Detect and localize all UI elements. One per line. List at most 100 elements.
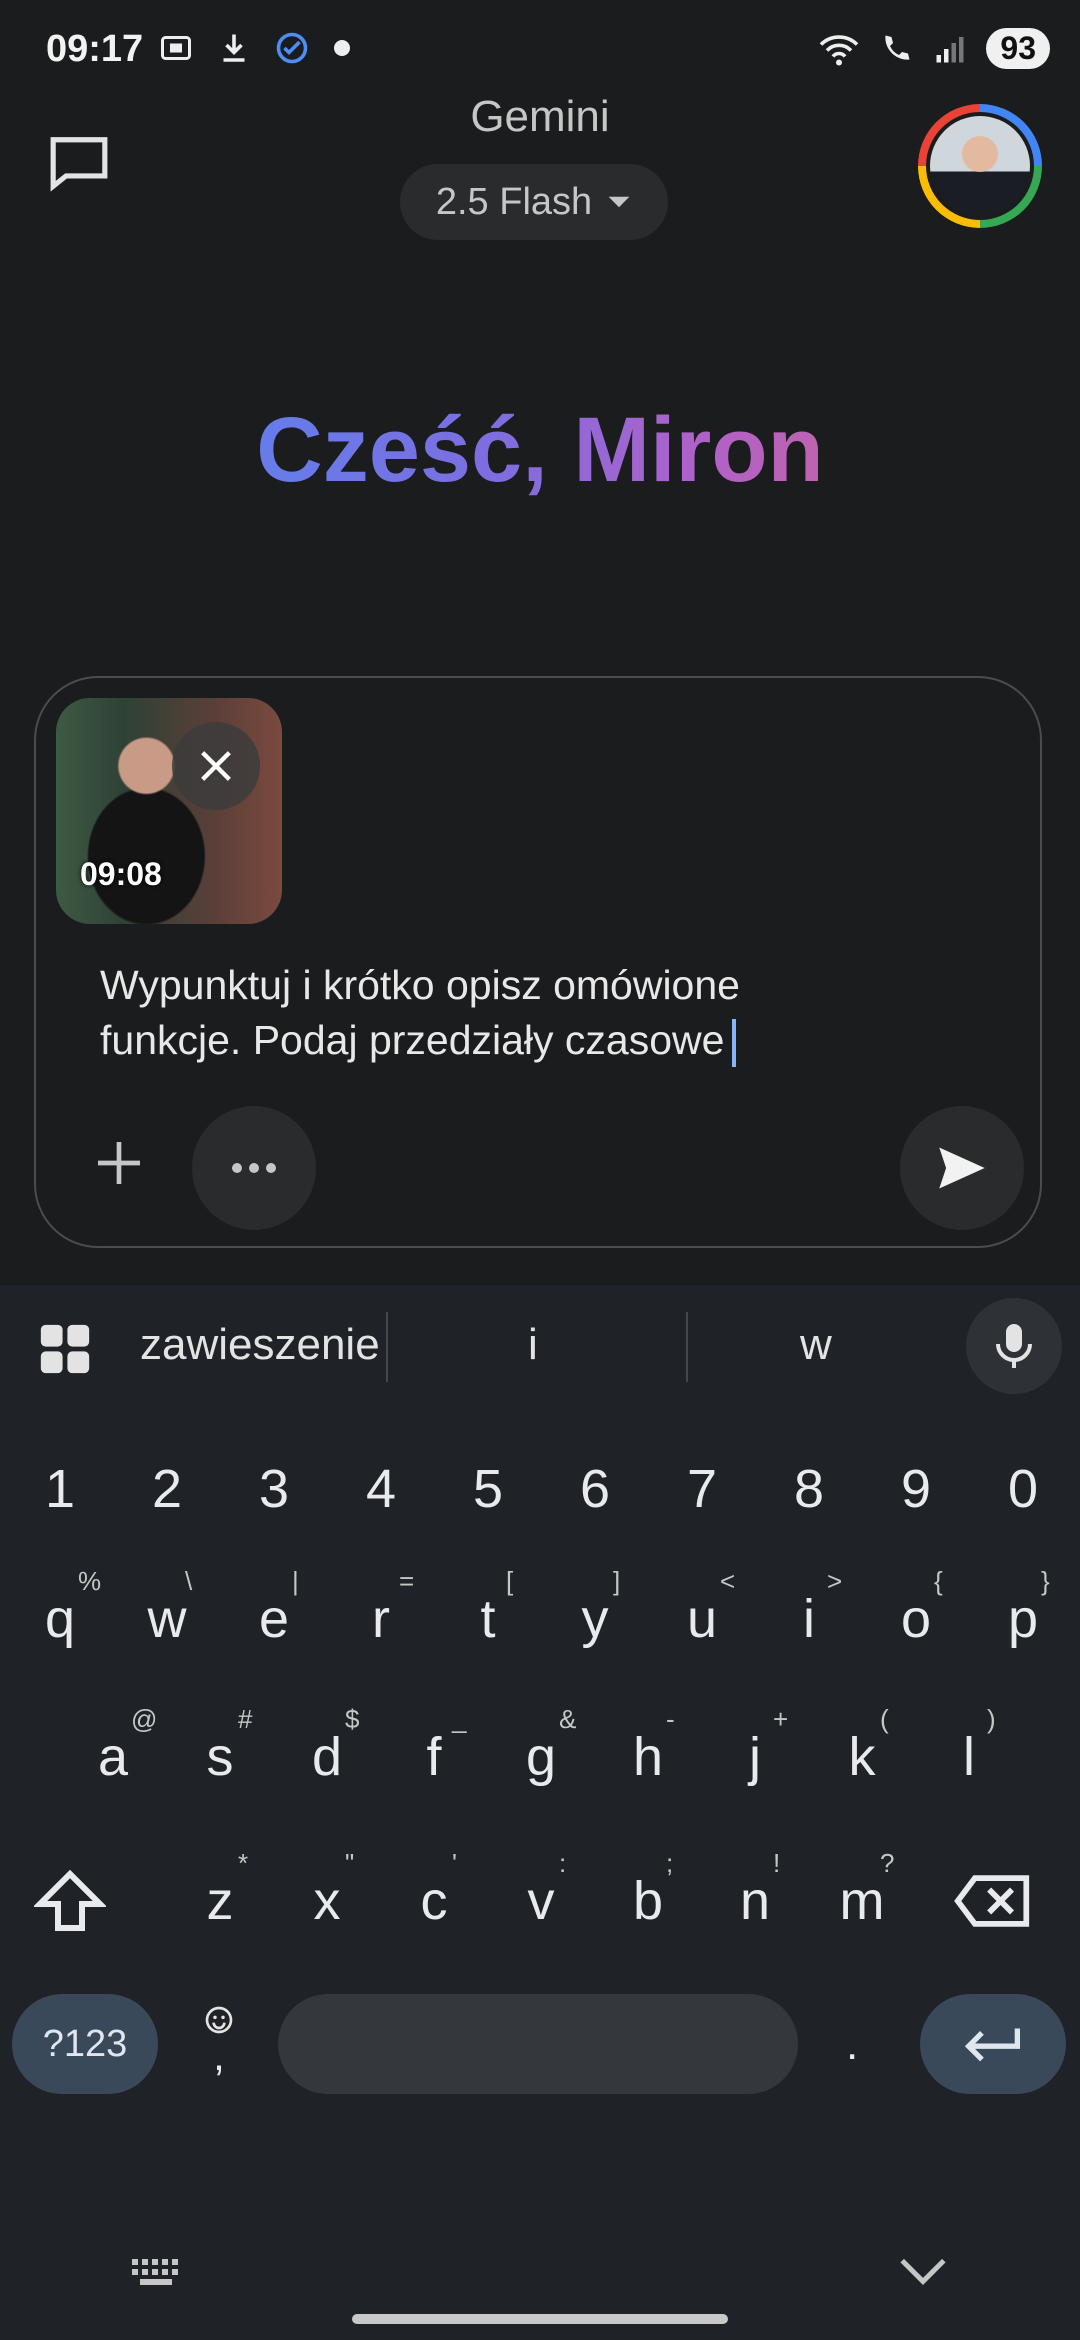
signal-icon	[936, 36, 964, 62]
number-key-6[interactable]: 7	[652, 1458, 752, 1520]
wifi-icon	[820, 34, 859, 65]
letter-row1-key-hint-1: \	[185, 1566, 193, 1596]
keyboard-icon	[132, 2259, 178, 2285]
letter-row2-key-6[interactable]: j	[705, 1726, 805, 1788]
letter-row2-key-1[interactable]: s	[170, 1726, 270, 1788]
letter-row3-key-hint-3: :	[559, 1848, 567, 1878]
suggestion-1[interactable]: zawieszenie	[140, 1320, 380, 1370]
mic-icon	[996, 1324, 1032, 1368]
voice-input-button[interactable]	[966, 1298, 1062, 1394]
letter-row3-key-1[interactable]: x	[277, 1870, 377, 1932]
keyboard-menu-button[interactable]	[36, 1320, 94, 1383]
letter-row2-key-5[interactable]: h	[598, 1726, 698, 1788]
send-icon	[939, 1147, 985, 1189]
suggestion-2[interactable]: i	[528, 1320, 538, 1370]
letter-row2-key-hint-4: &	[559, 1704, 577, 1734]
letter-row1-key-hint-3: =	[399, 1566, 415, 1596]
prompt-line-2: funkcje. Podaj przedziały czasowe	[100, 1017, 725, 1063]
letter-row1-key-hint-4: [	[506, 1566, 514, 1596]
letter-row1-key-hint-7: >	[827, 1566, 843, 1596]
letter-row2-key-hint-3: _	[452, 1704, 467, 1734]
letter-row1-key-8[interactable]: o	[866, 1588, 966, 1650]
letter-row3-key-4[interactable]: b	[598, 1870, 698, 1932]
letter-row1-key-7[interactable]: i	[759, 1588, 859, 1650]
letter-row2-key-hint-7: (	[880, 1704, 889, 1734]
account-avatar[interactable]	[918, 104, 1042, 228]
letter-row3-key-5[interactable]: n	[705, 1870, 805, 1932]
number-key-8[interactable]: 9	[866, 1458, 966, 1520]
letter-row1-key-0[interactable]: q	[10, 1588, 110, 1650]
emoji-comma-key[interactable]: ,	[198, 2004, 240, 2077]
suggestion-3[interactable]: w	[800, 1320, 832, 1370]
letter-row1-key-9[interactable]: p	[973, 1588, 1073, 1650]
attachment-timestamp: 09:08	[80, 856, 162, 892]
letter-row1-key-5[interactable]: y	[545, 1588, 645, 1650]
letter-row2-key-hint-5: -	[666, 1704, 675, 1734]
model-selector[interactable]: 2.5 Flash	[400, 164, 668, 240]
shift-key[interactable]	[32, 1868, 108, 1939]
letter-row2-key-4[interactable]: g	[491, 1726, 591, 1788]
space-key[interactable]	[278, 1994, 798, 2094]
number-key-9[interactable]: 0	[973, 1458, 1073, 1520]
letter-row2-key-hint-8: )	[987, 1704, 996, 1734]
number-key-0[interactable]: 1	[10, 1458, 110, 1520]
new-chat-button[interactable]	[48, 134, 110, 197]
prompt-input[interactable]: Wypunktuj i krótko opisz omówione funkcj…	[100, 958, 980, 1068]
letter-row1-key-1[interactable]: w	[117, 1588, 217, 1650]
number-key-2[interactable]: 3	[224, 1458, 324, 1520]
letter-row2-key-8[interactable]: l	[919, 1726, 1019, 1788]
tools-button[interactable]	[192, 1106, 316, 1230]
keyboard-switcher-button[interactable]	[130, 2256, 186, 2295]
letter-row2-key-2[interactable]: d	[277, 1726, 377, 1788]
letter-row1-key-hint-0: %	[78, 1566, 102, 1596]
dropdown-arrow-icon	[608, 196, 630, 208]
number-key-3[interactable]: 4	[331, 1458, 431, 1520]
close-icon	[201, 751, 231, 781]
chat-bubble-icon	[50, 137, 108, 192]
remove-attachment-button[interactable]	[172, 722, 260, 810]
hide-keyboard-button[interactable]	[898, 2256, 948, 2291]
letter-row1-key-hint-5: ]	[613, 1566, 621, 1596]
status-time: 09:17	[46, 28, 144, 70]
letter-row1-key-hint-6: <	[720, 1566, 736, 1596]
status-notification-icons	[158, 30, 352, 66]
number-key-7[interactable]: 8	[759, 1458, 859, 1520]
enter-key[interactable]	[920, 1994, 1066, 2094]
letter-row2-key-0[interactable]: a	[63, 1726, 163, 1788]
letter-row2-key-hint-0: @	[131, 1704, 158, 1734]
letter-row2-key-7[interactable]: k	[812, 1726, 912, 1788]
period-key[interactable]: .	[846, 2020, 858, 2070]
letter-row2-key-hint-1: #	[238, 1704, 253, 1734]
screenshot-icon	[161, 36, 191, 60]
backspace-key[interactable]	[952, 1872, 1032, 1935]
letter-row3-key-2[interactable]: c	[384, 1870, 484, 1932]
plus-icon	[98, 1142, 140, 1184]
avatar-photo	[930, 116, 1030, 216]
number-key-4[interactable]: 5	[438, 1458, 538, 1520]
dot-icon	[334, 40, 350, 56]
model-label: 2.5 Flash	[435, 180, 593, 223]
letter-row1-key-6[interactable]: u	[652, 1588, 752, 1650]
letter-row1-key-4[interactable]: t	[438, 1588, 538, 1650]
letter-row2-key-hint-6: +	[773, 1704, 789, 1734]
suggestion-divider	[386, 1312, 388, 1382]
symbols-key[interactable]: ?123	[12, 1994, 158, 2094]
number-key-1[interactable]: 2	[117, 1458, 217, 1520]
chevron-down-icon	[900, 2258, 946, 2285]
letter-row1-key-2[interactable]: e	[224, 1588, 324, 1650]
letter-row2-key-3[interactable]: f	[384, 1726, 484, 1788]
text-caret	[732, 1019, 737, 1068]
on-screen-keyboard	[0, 1285, 1080, 2340]
add-attachment-button[interactable]	[84, 1128, 154, 1198]
letter-row3-key-0[interactable]: z	[170, 1870, 270, 1932]
shift-icon	[32, 1869, 108, 1931]
number-key-5[interactable]: 6	[545, 1458, 645, 1520]
suggestion-divider	[686, 1312, 688, 1382]
letter-row3-key-hint-6: ?	[880, 1848, 895, 1878]
letter-row1-key-3[interactable]: r	[331, 1588, 431, 1650]
status-right-icons: 93	[818, 28, 1050, 69]
send-button[interactable]	[900, 1106, 1024, 1230]
letter-row3-key-hint-0: *	[238, 1848, 249, 1878]
letter-row3-key-3[interactable]: v	[491, 1870, 591, 1932]
letter-row3-key-6[interactable]: m	[812, 1870, 912, 1932]
